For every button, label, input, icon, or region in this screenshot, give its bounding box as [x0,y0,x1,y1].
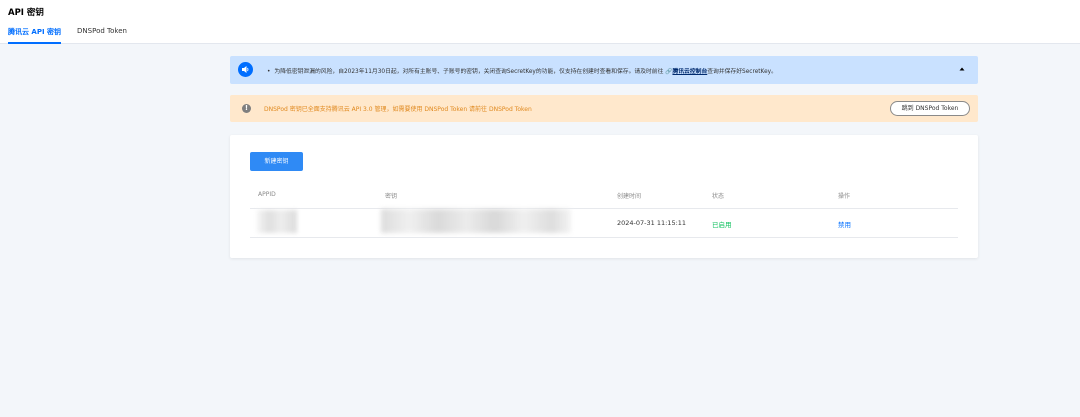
create-key-button[interactable]: 新建密钥 [250,152,303,171]
tab-bar: 腾讯云 API 密钥 DNSPod Token [8,27,143,44]
notice-banner: • 为降低密钥泄漏的风险，自2023年11月30日起，对所有主账号、子账号的密钥，… [230,56,978,84]
disable-key-link[interactable]: 禁用 [838,219,851,229]
dnspod-warning: ! DNSPod 密钥已全面支持腾讯云 API 3.0 管理，如需要使用 DNS… [230,95,978,122]
column-header-action: 操作 [838,193,851,200]
notice-text: • 为降低密钥泄漏的风险，自2023年11月30日起，对所有主账号、子账号的密钥，… [267,66,777,75]
created-time: 2024-07-31 11:15:11 [617,219,687,227]
notice-bullet: • [267,69,271,75]
warning-text: DNSPod 密钥已全面支持腾讯云 API 3.0 管理，如需要使用 DNSPo… [264,106,532,113]
triangle-up-icon[interactable] [958,65,966,73]
column-header-status: 状态 [712,193,725,200]
page-title: API 密钥 [8,8,44,18]
table-header-divider [250,208,958,209]
top-bar: API 密钥 腾讯云 API 密钥 DNSPod Token [0,0,1080,44]
notice-message-tail: 查询并保存好SecretKey。 [707,69,777,75]
secret-key-redacted [381,209,571,233]
appid-value-redacted [257,210,297,233]
notice-message: 为降低密钥泄漏的风险，自2023年11月30日起，对所有主账号、子账号的密钥，关… [274,69,664,75]
keys-card: 新建密钥 APPID 密钥 创建时间 状态 操作 2024-07-31 11:1… [230,135,978,258]
status-badge: 已启用 [712,221,732,229]
column-header-key: 密钥 [385,193,398,200]
info-icon: ! [242,104,251,113]
column-header-created: 创建时间 [617,193,642,200]
goto-dnspod-button[interactable]: 跳到 DNSPod Token [890,101,970,116]
console-link[interactable]: 腾讯云控制台 [672,69,707,75]
column-header-appid: APPID [258,191,276,198]
table-row-divider [250,237,958,238]
speaker-icon [238,62,253,77]
tab-dnspod-token[interactable]: DNSPod Token [77,27,127,44]
tab-tencent-api-key[interactable]: 腾讯云 API 密钥 [8,27,62,44]
